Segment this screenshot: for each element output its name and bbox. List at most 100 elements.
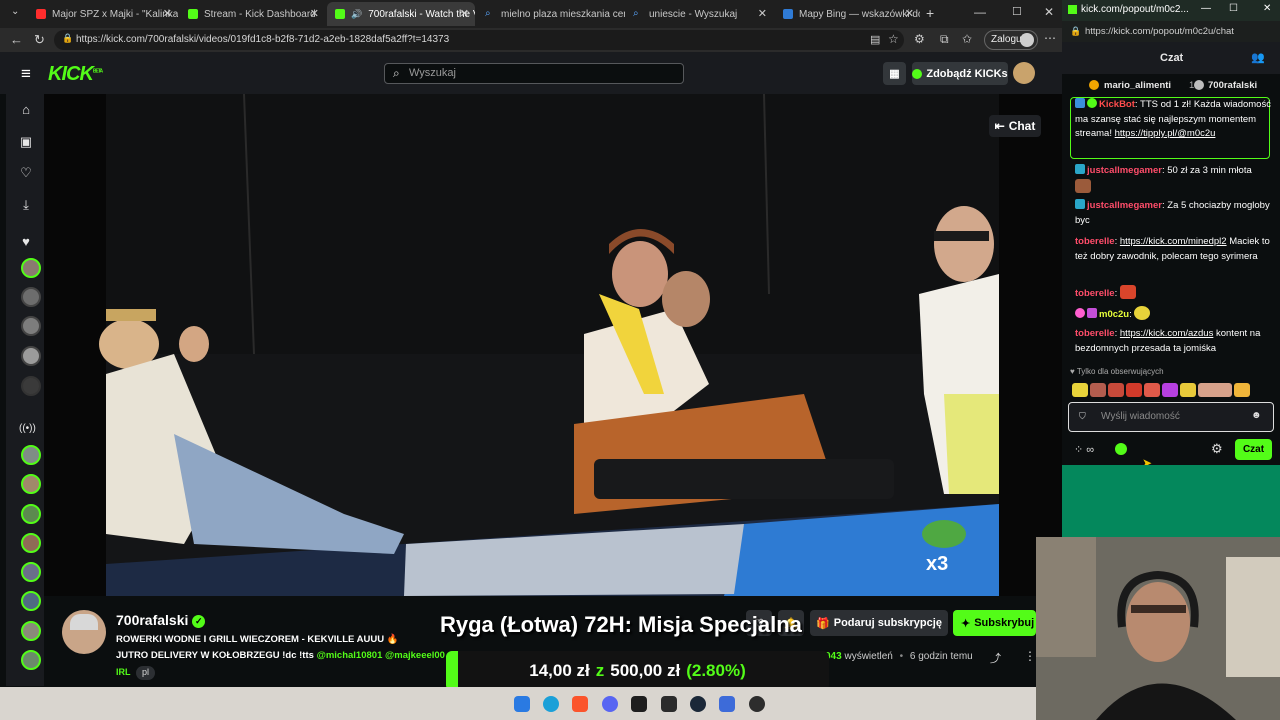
video-player[interactable]: x3	[44, 94, 1062, 596]
channel-avatar[interactable]	[21, 533, 41, 553]
favorite-star-icon[interactable]: ☆	[888, 32, 899, 46]
obs-icon[interactable]	[631, 696, 647, 712]
browser-tab-4[interactable]: ⌕ mielno plaza mieszkania cena	[477, 2, 625, 26]
category-tag[interactable]: IRL	[116, 666, 137, 680]
close-tab-icon[interactable]: ✕	[758, 7, 767, 20]
channel-avatar[interactable]	[21, 650, 41, 670]
user-avatar[interactable]	[1013, 62, 1035, 84]
channel-avatar[interactable]	[21, 316, 41, 336]
browse-icon[interactable]: ▣	[19, 135, 33, 149]
channel-avatar[interactable]	[21, 562, 41, 582]
reader-icon[interactable]: ▤	[870, 33, 880, 46]
star-icon: ✦	[961, 617, 971, 630]
chat-link[interactable]: https://tipply.pl/@m0c2u	[1115, 128, 1216, 139]
silver-medal-icon	[1194, 80, 1204, 90]
split-screen-icon[interactable]: ⧉	[940, 32, 949, 47]
browser-tab-2[interactable]: Stream - Kick Dashboard ✕	[180, 2, 325, 26]
chat-message-input[interactable]: ⛉ Wyślij wiadomość ☻	[1068, 402, 1274, 432]
streamer-avatar[interactable]	[62, 610, 106, 654]
sub-badge-icon	[1075, 199, 1085, 209]
get-kicks-button[interactable]: Zdobądź KICKs	[912, 62, 1008, 85]
channel-avatar[interactable]	[21, 258, 41, 278]
kick-logo[interactable]: KICKBETA	[48, 63, 103, 86]
streamer-name[interactable]: 700rafalski ✓	[116, 612, 206, 628]
extensions-icon[interactable]: ⚙	[914, 32, 925, 46]
chrome-icon[interactable]	[749, 696, 765, 712]
subscribe-button[interactable]: ✦ Subskrybuj	[953, 610, 1036, 636]
video-frame: x3	[44, 94, 1062, 596]
channel-avatar[interactable]	[21, 504, 41, 524]
language-tag[interactable]: pl	[136, 666, 156, 680]
channel-avatar[interactable]	[21, 287, 41, 307]
more-options-icon[interactable]: ⋮	[1024, 649, 1036, 663]
profile-label: Zaloguj	[991, 34, 1024, 45]
gear-icon[interactable]: ⚙	[1211, 441, 1223, 457]
close-window-icon[interactable]: ✕	[1044, 5, 1054, 19]
browser-tab-3[interactable]: 🔊 700rafalski - Watch the VC ✕	[327, 2, 475, 26]
top-gifter-name[interactable]: mario_alimenti	[1104, 80, 1171, 91]
channel-avatar[interactable]	[21, 346, 41, 366]
chat-toggle-button[interactable]: ⇤ Chat	[989, 115, 1041, 137]
steam-icon[interactable]	[690, 696, 706, 712]
minimize-icon[interactable]: —	[974, 5, 986, 19]
emoji-picker-icon[interactable]: ☻	[1251, 410, 1262, 421]
url-field[interactable]: 🔒 https://kick.com/700rafalski/videos/01…	[54, 30, 904, 50]
browser-tab-5[interactable]: ⌕ uniescie - Wyszukaj ✕	[625, 2, 773, 26]
send-chat-button[interactable]: Czat	[1235, 439, 1272, 460]
chat-users-icon[interactable]: 👥	[1251, 51, 1265, 64]
chat-link[interactable]: https://kick.com/azdus	[1120, 328, 1213, 339]
channel-avatar[interactable]	[21, 445, 41, 465]
maximize-icon[interactable]: ☐	[1012, 5, 1022, 18]
close-tab-icon[interactable]: ✕	[460, 7, 469, 20]
dashboard-icon: ▦	[889, 68, 900, 80]
mic-badge-icon	[1087, 308, 1097, 318]
badge-icon	[1075, 308, 1085, 318]
dashboard-button[interactable]: ▦	[883, 62, 906, 85]
epic-games-icon[interactable]	[661, 696, 677, 712]
top-gifter-name[interactable]: 700rafalski	[1208, 80, 1257, 91]
hamburger-menu-icon[interactable]: ≡	[21, 64, 31, 84]
app-icon[interactable]	[719, 696, 735, 712]
chat-message: m0c2u:	[1075, 306, 1271, 323]
emote-bar[interactable]	[1072, 381, 1262, 397]
browser-tab-1[interactable]: Major SPZ x Majki - "Kalinka" ✕	[28, 2, 178, 26]
close-tab-icon[interactable]: ✕	[905, 7, 914, 20]
tab-actions-icon[interactable]: ⌄	[11, 6, 19, 17]
donation-goal-bar: 14,00 zł z 500,00 zł (2.80%)	[446, 651, 829, 691]
channel-avatar[interactable]	[21, 621, 41, 641]
favorites-icon[interactable]: ✩	[962, 32, 972, 46]
following-heart-icon[interactable]: ♡	[19, 166, 33, 180]
profile-button[interactable]: Zaloguj	[984, 30, 1038, 50]
refresh-icon[interactable]: ↻	[34, 32, 45, 48]
chat-link[interactable]: https://kick.com/minedpl2	[1120, 236, 1227, 247]
edge-browser-icon[interactable]	[543, 696, 559, 712]
browser-tab-6[interactable]: Mapy Bing — wskazówki dojaz ✕	[775, 2, 920, 26]
top-gifters-row: mario_alimenti 10 700rafalski	[1062, 76, 1280, 97]
kick-emotes-icon[interactable]	[1115, 443, 1127, 455]
close-tab-icon[interactable]: ✕	[310, 7, 319, 20]
gift-sub-button[interactable]: 🎁 Podaruj subskrypcję	[810, 610, 948, 636]
chat-settings-dots-icon[interactable]: ⁘ ∞	[1074, 443, 1094, 456]
discord-icon[interactable]	[602, 696, 618, 712]
emote-icon	[1144, 383, 1160, 397]
home-icon[interactable]: ⌂	[19, 103, 33, 117]
share-icon[interactable]: ⤴	[990, 650, 1001, 666]
chat-url-bar[interactable]: 🔒 https://kick.com/popout/m0c2u/chat	[1062, 21, 1280, 42]
minimize-icon[interactable]: —	[1201, 3, 1211, 14]
back-icon[interactable]: ←	[10, 32, 23, 47]
channel-avatar[interactable]	[21, 376, 41, 396]
close-window-icon[interactable]: ✕	[1263, 3, 1271, 14]
close-tab-icon[interactable]: ✕	[163, 7, 172, 20]
goal-target: 500,00 zł	[610, 661, 681, 680]
brave-browser-icon[interactable]	[572, 696, 588, 712]
search-input[interactable]: ⌕ Wyszukaj	[384, 63, 684, 84]
new-tab-icon[interactable]: +	[926, 5, 934, 21]
windows-start-icon[interactable]	[514, 696, 530, 712]
channel-avatar[interactable]	[21, 591, 41, 611]
emote-icon	[1126, 383, 1142, 397]
maximize-icon[interactable]: ☐	[1229, 3, 1238, 14]
clips-icon[interactable]: ⤓	[19, 198, 33, 212]
chat-header-title: Czat	[1160, 52, 1184, 64]
channel-avatar[interactable]	[21, 474, 41, 494]
more-menu-icon[interactable]: ⋯	[1044, 31, 1056, 45]
